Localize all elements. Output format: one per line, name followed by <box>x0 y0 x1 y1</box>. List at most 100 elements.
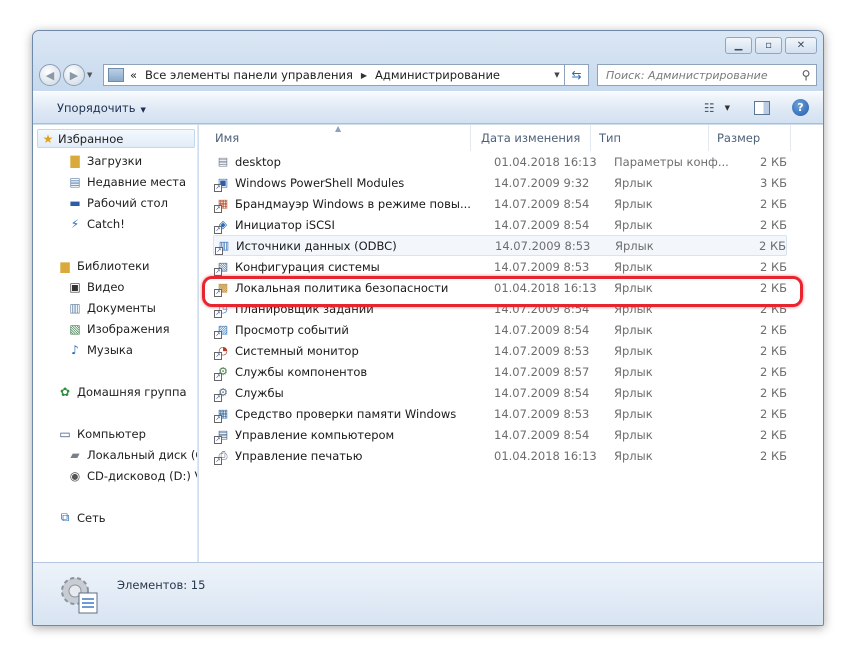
nav-item-catch[interactable]: ⚡ Catch! <box>67 214 125 233</box>
organize-button[interactable]: Упорядочить ▼ <box>57 101 146 115</box>
nav-favorites-label: Избранное <box>58 131 124 146</box>
file-type: Ярлык <box>614 406 653 421</box>
shortcut-arrow-icon: ↗ <box>214 351 222 360</box>
breadcrumb-administration[interactable]: Администрирование <box>375 68 500 82</box>
file-name: Управление печатью <box>235 448 363 463</box>
file-row[interactable]: ◔ ↗ Системный монитор 14.07.2009 8:53 Ярлык 2… <box>213 340 787 361</box>
recent-pages-dropdown[interactable]: ▼ <box>87 71 97 79</box>
nav-item-label: Изображения <box>87 321 170 336</box>
pictures-icon: ▧ <box>69 321 81 336</box>
forward-button[interactable]: ▶ <box>63 64 85 86</box>
shortcut-arrow-icon: ↗ <box>214 414 222 423</box>
navigation-pane: ★ Избранное ▇ Загрузки ▤ Недавние места … <box>33 125 198 563</box>
file-row[interactable]: ▤ ↗ Управление компьютером 14.07.2009 8:54 Я… <box>213 424 787 445</box>
file-name: Источники данных (ODBC) <box>236 238 397 253</box>
help-icon[interactable]: ? <box>792 99 809 116</box>
file-row[interactable]: ◈ ↗ Инициатор iSCSI 14.07.2009 8:54 Ярлык 2 К… <box>213 214 787 235</box>
firewall-icon: ▦ ↗ <box>214 197 229 213</box>
nav-item-music[interactable]: ♪ Музыка <box>67 340 133 359</box>
nav-item-local-disk[interactable]: ▰ Локальный диск (C <box>67 445 198 464</box>
column-type-label: Тип <box>599 131 622 145</box>
file-row[interactable]: ▦ ↗ Брандмауэр Windows в режиме повы... 14.… <box>213 193 787 214</box>
address-bar[interactable]: « Все элементы панели управления ▶ Админ… <box>103 64 565 86</box>
title-bar: ▁ ▫ ✕ ◀ ▶ ▼ « Все элементы панели управл… <box>33 31 823 91</box>
file-row[interactable]: ▦ ↗ Средство проверки памяти Windows 14.07.… <box>213 403 787 424</box>
file-type: Ярлык <box>614 301 653 316</box>
nav-item-label: CD-дисковод (D:) Vi <box>87 468 198 483</box>
catch-icon: ⚡ <box>70 216 80 231</box>
libraries-icon: ▆ <box>60 258 70 273</box>
nav-item-label: Рабочий стол <box>87 195 168 210</box>
file-size: 2 КБ <box>759 448 787 463</box>
star-icon: ★ <box>42 131 54 146</box>
odbc-icon: ▥ ↗ <box>215 239 230 255</box>
nav-item-label: Локальный диск (C <box>87 447 198 462</box>
address-overflow-chevrons[interactable]: « <box>130 68 137 82</box>
file-row[interactable]: ▩ ↗ Локальная политика безопасности 01.04.2… <box>213 277 787 298</box>
search-input[interactable]: Поиск: Администрирование ⚲ <box>597 64 817 86</box>
file-type: Ярлык <box>614 343 653 358</box>
file-size: 2 КБ <box>759 364 787 379</box>
settings-file-icon: ▤ <box>217 155 229 168</box>
file-row[interactable]: ⎙ ↗ Управление печатью 01.04.2018 16:13 Ярлы… <box>213 445 787 466</box>
view-dropdown-icon[interactable]: ▼ <box>725 104 730 112</box>
column-name-label: Имя <box>215 131 240 145</box>
refresh-button[interactable]: ⇆ <box>565 64 589 86</box>
nav-item-desktop[interactable]: ▬ Рабочий стол <box>67 193 168 212</box>
address-dropdown-icon[interactable]: ▼ <box>550 71 564 79</box>
navigation-bar: ◀ ▶ ▼ « Все элементы панели управления ▶… <box>39 63 817 87</box>
chevron-down-icon: ▼ <box>140 105 146 114</box>
nav-item-video[interactable]: ▣ Видео <box>67 277 124 296</box>
breadcrumb-separator-icon[interactable]: ▶ <box>361 71 367 80</box>
nav-item-cd-drive[interactable]: ◉ CD-дисковод (D:) Vi <box>67 466 198 485</box>
preview-pane-icon[interactable] <box>754 100 770 115</box>
search-icon[interactable]: ⚲ <box>796 68 816 82</box>
nav-computer[interactable]: ▭ Компьютер <box>57 424 146 443</box>
file-row[interactable]: ◷ ↗ Планировщик заданий 14.07.2009 8:54 Ярлы… <box>213 298 787 319</box>
view-options-icon[interactable]: ☷ <box>704 101 715 115</box>
nav-item-documents[interactable]: ▥ Документы <box>67 298 156 317</box>
file-row[interactable]: ▧ ↗ Конфигурация системы 14.07.2009 8:53 Ярл… <box>213 256 787 277</box>
file-list: ▲ Имя Дата изменения Тип Размер ▤ desktop… <box>199 124 823 563</box>
shortcut-arrow-icon: ↗ <box>214 372 222 381</box>
close-button[interactable]: ✕ <box>785 37 817 54</box>
forward-arrow-icon: ▶ <box>69 68 79 82</box>
back-button[interactable]: ◀ <box>39 64 61 86</box>
file-type: Ярлык <box>614 427 653 442</box>
column-date-label: Дата изменения <box>481 131 581 145</box>
file-row[interactable]: ▣ ↗ Windows PowerShell Modules 14.07.2009 9… <box>213 172 787 193</box>
file-row[interactable]: ▨ ↗ Просмотр событий 14.07.2009 8:54 Ярлык 2 … <box>213 319 787 340</box>
nav-network[interactable]: ⧉ Сеть <box>57 508 106 527</box>
column-header-name[interactable]: Имя <box>199 125 471 151</box>
print-management-icon: ⎙ ↗ <box>214 448 228 465</box>
file-row[interactable]: ▤ desktop 01.04.2018 16:13 Параметры конф..… <box>213 151 787 172</box>
shortcut-arrow-icon: ↗ <box>214 288 222 297</box>
file-row[interactable]: ⚙ ↗ Службы 14.07.2009 8:54 Ярлык 2 КБ <box>213 382 787 403</box>
powershell-icon: ▣ ↗ <box>214 176 229 192</box>
breadcrumb-control-panel[interactable]: Все элементы панели управления <box>145 68 353 82</box>
column-header-size[interactable]: Размер <box>709 125 791 151</box>
refresh-icon: ⇆ <box>571 68 582 82</box>
file-row[interactable]: ▥ ↗ Источники данных (ODBC) 14.07.2009 8:53… <box>213 235 787 256</box>
file-name: Планировщик заданий <box>235 301 374 316</box>
column-header-date[interactable]: Дата изменения <box>471 125 591 151</box>
nav-item-recent-places[interactable]: ▤ Недавние места <box>67 172 186 191</box>
nav-item-label: Музыка <box>87 342 133 357</box>
nav-item-pictures[interactable]: ▧ Изображения <box>67 319 170 338</box>
file-row[interactable]: ⚙ ↗ Службы компонентов 14.07.2009 8:57 Ярлык… <box>213 361 787 382</box>
nav-libraries[interactable]: ▆ Библиотеки <box>57 256 149 275</box>
computer-management-icon: ▤ ↗ <box>214 428 229 444</box>
nav-item-label: Видео <box>87 279 125 294</box>
nav-item-downloads[interactable]: ▇ Загрузки <box>67 151 142 170</box>
file-size: 2 КБ <box>759 280 787 295</box>
minimize-button[interactable]: ▁ <box>725 37 752 54</box>
maximize-button[interactable]: ▫ <box>755 37 782 54</box>
nav-homegroup[interactable]: ✿ Домашняя группа <box>57 382 187 401</box>
file-size: 2 КБ <box>759 343 787 358</box>
nav-favorites[interactable]: ★ Избранное <box>37 129 195 148</box>
file-type: Ярлык <box>614 364 653 379</box>
file-date: 01.04.2018 16:13 <box>494 448 597 463</box>
column-header-type[interactable]: Тип <box>591 125 709 151</box>
shortcut-arrow-icon: ↗ <box>214 330 222 339</box>
file-size: 2 КБ <box>759 196 787 211</box>
